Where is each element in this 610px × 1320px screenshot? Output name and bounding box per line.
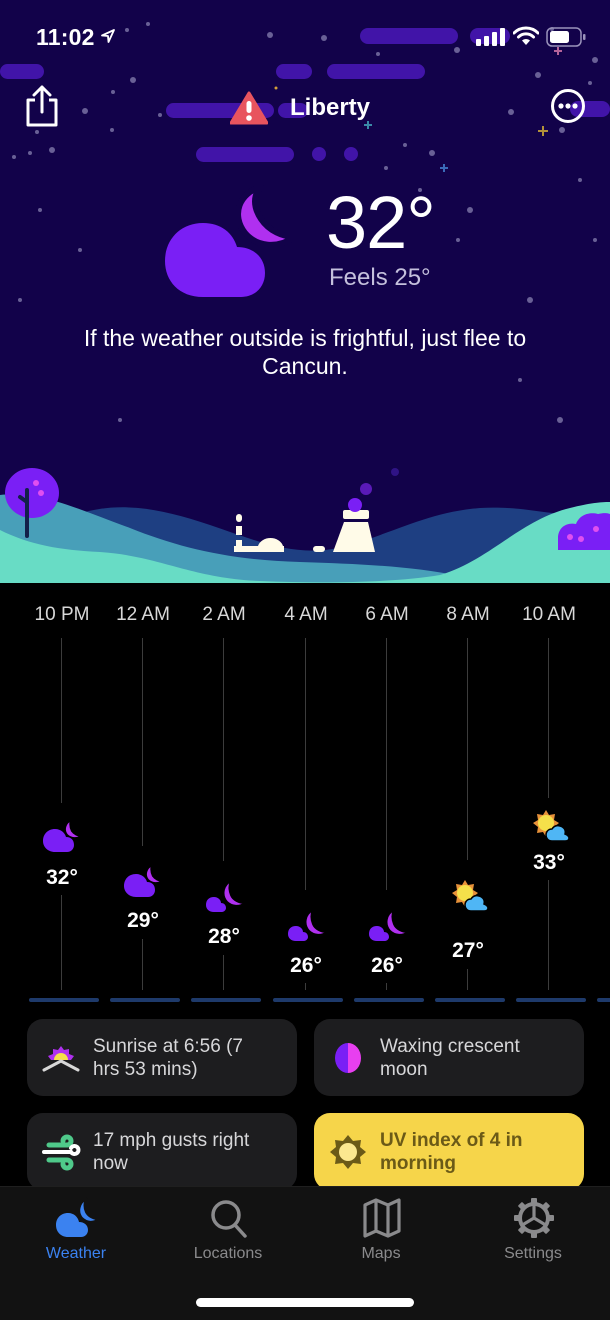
- hour-column[interactable]: 10 AM 33°: [508, 583, 590, 1008]
- tab-label: Maps: [361, 1245, 401, 1262]
- partly-cloudy-night-icon: [206, 879, 245, 912]
- hour-stem: [223, 638, 224, 861]
- hour-column[interactable]: 12 AM 29°: [102, 583, 184, 1008]
- hour-column[interactable]: 6 AM 26°: [346, 583, 428, 1008]
- hour-temperature: 29°: [127, 909, 159, 932]
- info-cards: Sunrise at 6:56 (7 hrs 53 mins) Waxing c…: [0, 1008, 610, 1190]
- hour-stem: [467, 969, 468, 990]
- uv-sun-icon: [330, 1134, 366, 1169]
- location-arrow-icon: [101, 29, 115, 43]
- landscape-illustration: [0, 468, 610, 583]
- hour-stem: [305, 638, 306, 890]
- cellular-signal-icon: [476, 28, 505, 46]
- partly-sunny-icon: [452, 880, 489, 912]
- tab-weather[interactable]: Weather: [0, 1187, 152, 1277]
- status-time: 11:02: [36, 24, 95, 50]
- share-button[interactable]: [24, 84, 60, 128]
- hour-time: 10 PM: [34, 604, 90, 625]
- status-bar: 11:02: [0, 0, 610, 76]
- hero-section: 11:02 Liberty 32° Feels 25° If the weath…: [0, 0, 610, 583]
- tab-label: Settings: [504, 1245, 562, 1262]
- hour-temperature: 33°: [533, 851, 565, 874]
- hour-column[interactable]: 1: [589, 583, 610, 1008]
- current-temperature: 32°: [326, 181, 436, 264]
- hour-stem: [305, 983, 306, 990]
- hour-stem: [548, 880, 549, 990]
- hour-temperature: 26°: [371, 954, 403, 977]
- location-title[interactable]: Liberty: [230, 88, 370, 128]
- hour-stem: [142, 638, 143, 846]
- hour-column[interactable]: 4 AM 26°: [265, 583, 347, 1008]
- hour-stem: [386, 638, 387, 890]
- moon-phase-text: Waxing crescent moon: [380, 1035, 520, 1080]
- battery-icon: [546, 27, 586, 47]
- wind-card[interactable]: 17 mph gusts right now: [27, 1113, 297, 1190]
- cloud-moon-icon: [165, 185, 298, 297]
- hour-stem: [61, 895, 62, 990]
- tab-locations[interactable]: Locations: [152, 1187, 304, 1277]
- hour-precip-bar: [516, 998, 586, 1002]
- hour-column[interactable]: 10 PM 32°: [21, 583, 103, 1008]
- hour-stem: [467, 638, 468, 860]
- tab-label: Locations: [193, 1245, 263, 1262]
- home-indicator[interactable]: [196, 1298, 414, 1307]
- partly-cloudy-night-icon: [369, 908, 408, 941]
- wind-text: 17 mph gusts right now: [93, 1129, 250, 1174]
- uv-card[interactable]: UV index of 4 in morning: [314, 1113, 584, 1190]
- hour-precip-bar: [29, 998, 99, 1002]
- moon-card[interactable]: Waxing crescent moon: [314, 1019, 584, 1096]
- hour-time: 1: [589, 604, 610, 626]
- weather-quip: If the weather outside is frightful, jus…: [83, 325, 527, 379]
- tab-label: Weather: [45, 1245, 107, 1262]
- wifi-icon: [513, 26, 539, 45]
- hour-time: 8 AM: [446, 604, 490, 625]
- location-name: Liberty: [290, 94, 371, 121]
- gear-icon: [514, 1198, 554, 1238]
- hour-precip-bar: [191, 998, 261, 1002]
- tab-settings[interactable]: Settings: [457, 1187, 609, 1277]
- hour-precip-bar: [435, 998, 505, 1002]
- hour-temperature: 26°: [290, 954, 322, 977]
- hour-stem: [223, 955, 224, 990]
- search-icon: [211, 1200, 247, 1238]
- sunrise-card[interactable]: Sunrise at 6:56 (7 hrs 53 mins): [27, 1019, 297, 1096]
- uv-text: UV index of 4 in morning: [380, 1129, 523, 1174]
- map-icon: [363, 1198, 401, 1238]
- hour-stem: [61, 638, 62, 803]
- sunrise-icon: [42, 1045, 80, 1071]
- sunrise-text: Sunrise at 6:56 (7 hrs 53 mins): [93, 1035, 243, 1080]
- wind-icon: [42, 1134, 81, 1170]
- weather-tab-icon: [56, 1197, 98, 1237]
- hour-stem: [386, 983, 387, 990]
- cloud-moon-icon: [124, 863, 164, 897]
- hour-precip-bar: [597, 998, 610, 1002]
- hourly-forecast[interactable]: 10 PM 32° 12 AM 29° 2 AM 28° 4 AM 26° 6 …: [0, 583, 610, 1008]
- hour-precip-bar: [354, 998, 424, 1002]
- hour-time: 12 AM: [116, 604, 170, 625]
- feels-like: Feels 25°: [329, 264, 431, 291]
- hour-precip-bar: [110, 998, 180, 1002]
- hour-precip-bar: [273, 998, 343, 1002]
- more-options-button[interactable]: [550, 88, 586, 124]
- tab-maps[interactable]: Maps: [305, 1187, 457, 1277]
- hour-column[interactable]: 8 AM 27°: [427, 583, 509, 1008]
- hour-time: 4 AM: [284, 604, 328, 625]
- hour-time: 2 AM: [202, 604, 246, 625]
- hour-time: 10 AM: [522, 604, 576, 625]
- hour-time: 6 AM: [365, 604, 409, 625]
- hour-temperature: 27°: [452, 939, 484, 962]
- hour-temperature: 32°: [46, 866, 78, 889]
- moon-phase-icon: [335, 1042, 361, 1073]
- partly-cloudy-night-icon: [288, 908, 327, 941]
- hour-stem: [548, 638, 549, 798]
- hour-temperature: 28°: [208, 925, 240, 948]
- partly-sunny-icon: [533, 810, 570, 842]
- hour-column[interactable]: 2 AM 28°: [183, 583, 265, 1008]
- cloud-moon-icon: [43, 818, 83, 852]
- warning-triangle-icon[interactable]: [230, 91, 268, 125]
- hour-stem: [142, 939, 143, 990]
